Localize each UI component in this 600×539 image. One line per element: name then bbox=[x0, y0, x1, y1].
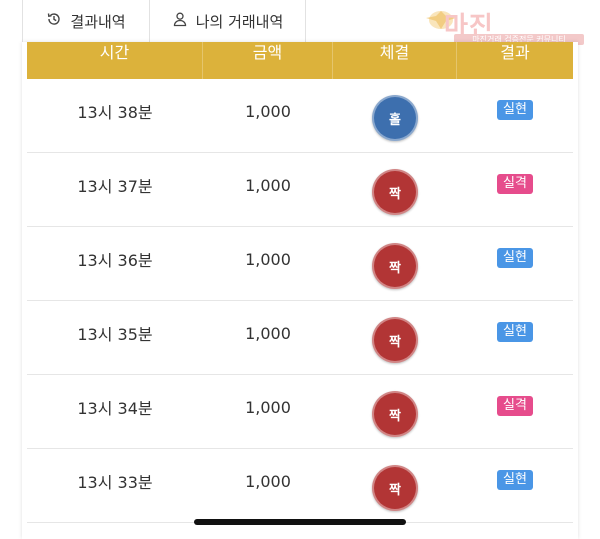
row-time: 13시 37분 bbox=[77, 177, 153, 196]
result-badge: 실현 bbox=[497, 322, 533, 342]
table-row: 13시 35분 1,000 짝 실현 bbox=[27, 301, 573, 375]
table-row: 13시 36분 1,000 짝 실현 bbox=[27, 227, 573, 301]
result-badge: 실현 bbox=[497, 248, 533, 268]
tab-my-trades[interactable]: 나의 거래내역 bbox=[150, 0, 306, 42]
watermark-logo: 마진 마진거래 검증전문 커뮤니티 bbox=[424, 6, 590, 46]
row-time: 13시 33분 bbox=[77, 473, 153, 492]
table-row: 13시 34분 1,000 짝 실격 bbox=[27, 375, 573, 449]
row-amount: 1,000 bbox=[245, 249, 291, 269]
result-badge: 실격 bbox=[497, 396, 533, 416]
row-amount: 1,000 bbox=[245, 323, 291, 343]
header-fill: 체결 bbox=[333, 42, 457, 79]
result-badge: 실현 bbox=[497, 470, 533, 490]
tab-label: 나의 거래내역 bbox=[195, 12, 284, 31]
row-amount: 1,000 bbox=[245, 471, 291, 491]
result-badge: 실격 bbox=[497, 174, 533, 194]
row-amount: 1,000 bbox=[245, 397, 291, 417]
even-ball-icon: 짝 bbox=[372, 169, 418, 215]
even-ball-icon: 짝 bbox=[372, 243, 418, 289]
table-row: 13시 38분 1,000 홀 실현 bbox=[27, 79, 573, 153]
result-badge: 실현 bbox=[497, 100, 533, 120]
row-time: 13시 34분 bbox=[77, 399, 153, 418]
even-ball-icon: 짝 bbox=[372, 465, 418, 511]
row-amount: 1,000 bbox=[245, 101, 291, 121]
row-time: 13시 35분 bbox=[77, 325, 153, 344]
user-icon bbox=[172, 11, 188, 31]
table-row: 13시 37분 1,000 짝 실격 bbox=[27, 153, 573, 227]
header-time: 시간 bbox=[27, 42, 203, 79]
home-indicator[interactable] bbox=[194, 519, 406, 525]
odd-ball-icon: 홀 bbox=[372, 95, 418, 141]
row-time: 13시 36분 bbox=[77, 251, 153, 270]
even-ball-icon: 짝 bbox=[372, 391, 418, 437]
tab-bar: 결과내역 나의 거래내역 bbox=[22, 0, 332, 43]
row-time: 13시 38분 bbox=[77, 103, 153, 122]
row-amount: 1,000 bbox=[245, 175, 291, 195]
tab-label: 결과내역 bbox=[70, 12, 126, 31]
results-table: 시간 금액 체결 결과 13시 38분 1,000 홀 실현 13시 37분 1… bbox=[22, 42, 578, 539]
even-ball-icon: 짝 bbox=[372, 317, 418, 363]
header-result: 결과 bbox=[500, 43, 530, 62]
tab-result-history[interactable]: 결과내역 bbox=[22, 0, 150, 42]
header-amount: 금액 bbox=[203, 42, 333, 79]
history-icon bbox=[46, 11, 62, 31]
table-header: 시간 금액 체결 결과 bbox=[27, 42, 573, 79]
table-row: 13시 33분 1,000 짝 실현 bbox=[27, 449, 573, 523]
